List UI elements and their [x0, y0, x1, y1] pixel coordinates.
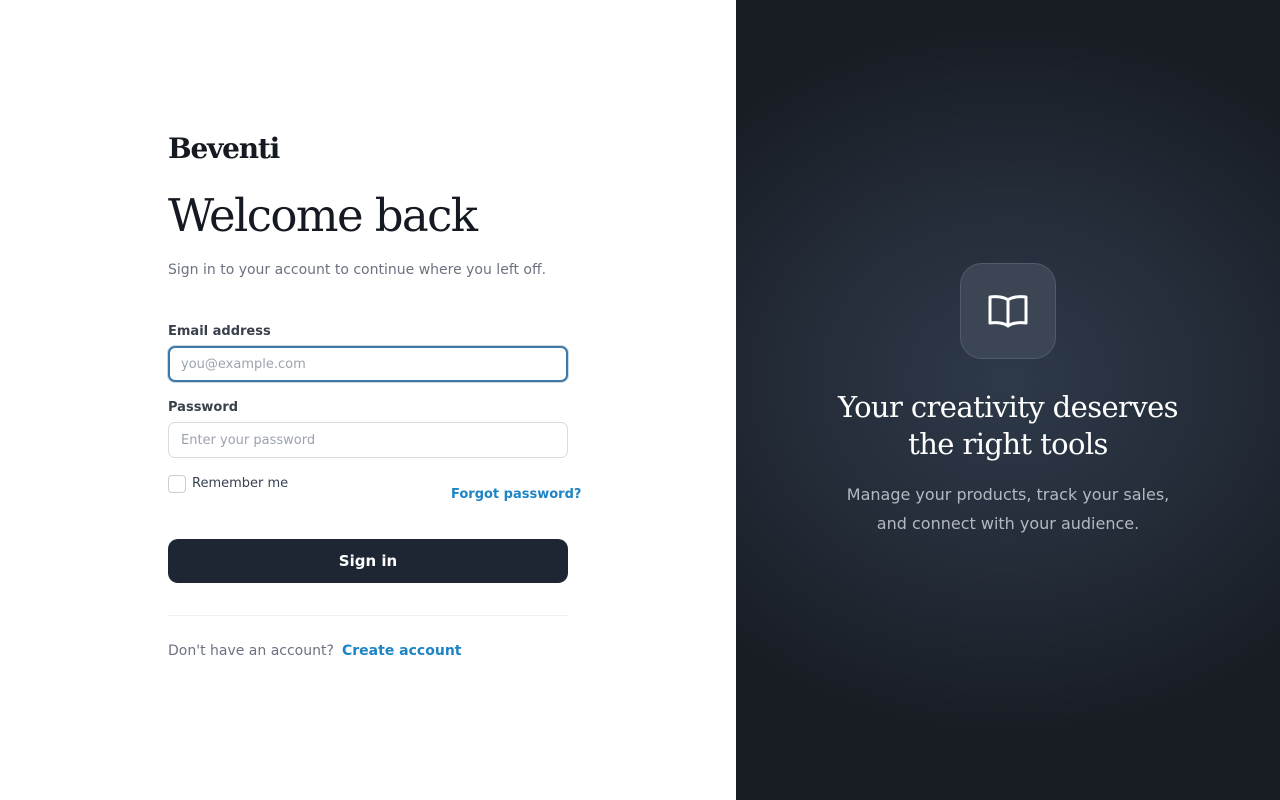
remember-me-label[interactable]: Remember me [192, 475, 288, 493]
open-book-icon [988, 295, 1028, 328]
hero-panel: Your creativity deserves the right tools… [736, 0, 1280, 800]
hero-subtitle-line: Manage your products, track your sales, [846, 485, 1170, 504]
hero-title-line: the right tools [908, 427, 1108, 461]
hero-icon-tile [960, 263, 1056, 359]
password-label: Password [168, 400, 239, 415]
sign-in-button[interactable]: Sign in [168, 539, 568, 583]
hero-title-line: Your creativity deserves [838, 390, 1179, 424]
no-account-text: Don't have an account? [168, 643, 334, 659]
page-subtitle: Sign in to your account to continue wher… [168, 262, 547, 278]
hero-title: Your creativity deserves the right tools [736, 389, 1280, 463]
create-account-link[interactable]: Create account [342, 641, 461, 661]
forgot-password-link[interactable]: Forgot password? [451, 486, 581, 504]
brand-logo[interactable]: Beventi [168, 134, 280, 164]
password-field[interactable] [168, 422, 568, 458]
email-label: Email address [168, 324, 271, 339]
page-title: Welcome back [168, 189, 478, 242]
hero-subtitle-line: and connect with your audience. [876, 514, 1140, 533]
login-panel: Beventi Welcome back Sign in to your acc… [0, 0, 736, 800]
hero-subtitle: Manage your products, track your sales, … [736, 480, 1280, 538]
divider [168, 615, 568, 616]
remember-me-checkbox[interactable] [168, 475, 186, 493]
email-field[interactable] [168, 346, 568, 382]
